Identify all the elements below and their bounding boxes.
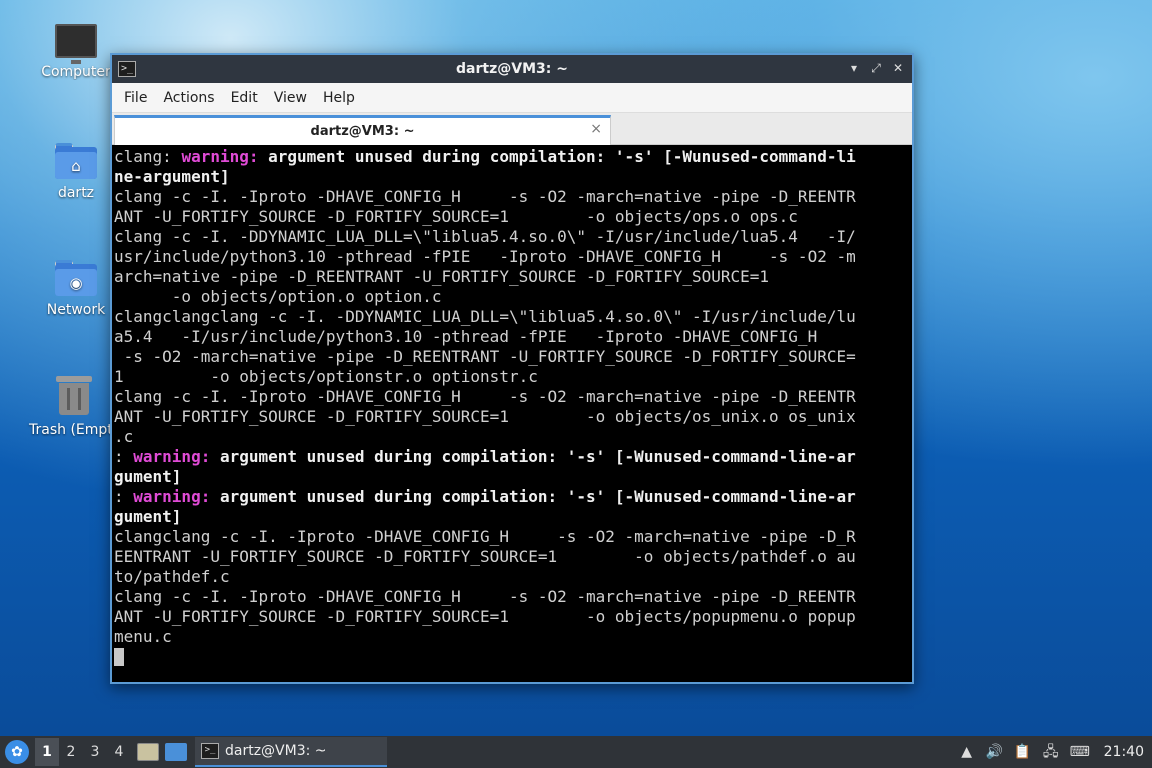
menubar: File Actions Edit View Help: [112, 83, 912, 113]
terminal-line: ANT -U_FORTIFY_SOURCE -D_FORTIFY_SOURCE=…: [114, 407, 910, 427]
desktop-icon-label: Trash (Empty): [29, 422, 120, 438]
taskbar-task-terminal[interactable]: >_ dartz@VM3: ~: [195, 737, 387, 767]
terminal-text: ANT -U_FORTIFY_SOURCE -D_FORTIFY_SOURCE=…: [114, 607, 856, 626]
volume-icon[interactable]: 🔊: [986, 743, 1004, 761]
terminal-line: : warning: argument unused during compil…: [114, 487, 910, 507]
terminal-line: clangclang -c -I. -Iproto -DHAVE_CONFIG_…: [114, 527, 910, 547]
computer-icon: [55, 24, 97, 64]
terminal-text: EENTRANT -U_FORTIFY_SOURCE -D_FORTIFY_SO…: [114, 547, 856, 566]
maximize-icon[interactable]: ⤢: [868, 60, 884, 76]
terminal-text: arch=native -pipe -D_REENTRANT -U_FORTIF…: [114, 267, 770, 286]
file-manager-icon[interactable]: [137, 743, 159, 761]
terminal-line: arch=native -pipe -D_REENTRANT -U_FORTIF…: [114, 267, 910, 287]
terminal-text: argument unused during compilation: '-s'…: [219, 447, 856, 466]
terminal-text: a5.4 -I/usr/include/python3.10 -pthread …: [114, 327, 818, 346]
terminal-line: clang -c -I. -Iproto -DHAVE_CONFIG_H -s …: [114, 587, 910, 607]
terminal-line: clang -c -I. -Iproto -DHAVE_CONFIG_H -s …: [114, 387, 910, 407]
warning-label: warning:: [133, 447, 220, 466]
workspace-4[interactable]: 4: [107, 744, 131, 760]
terminal-task-icon: >_: [201, 743, 219, 759]
terminal-text: gument]: [114, 507, 182, 526]
clock[interactable]: 21:40: [1104, 744, 1144, 760]
window-title: dartz@VM3: ~: [456, 61, 568, 77]
terminal-line: clangclangclang -c -I. -DDYNAMIC_LUA_DLL…: [114, 307, 910, 327]
taskbar: ✿ 1 2 3 4 >_ dartz@VM3: ~ ▲ 🔊 📋 🖧 ⌨ 21:4…: [0, 736, 1152, 768]
clipboard-icon[interactable]: 📋: [1014, 743, 1032, 761]
terminal-line: .c: [114, 427, 910, 447]
terminal-text: -o objects/option.o option.c: [114, 287, 442, 306]
terminal-line: -s -O2 -march=native -pipe -D_REENTRANT …: [114, 347, 910, 367]
warning-label: warning:: [133, 487, 220, 506]
terminal-line: usr/include/python3.10 -pthread -fPIE -I…: [114, 247, 910, 267]
terminal-text: 1 -o objects/optionstr.o optionstr.c: [114, 367, 538, 386]
terminal-output[interactable]: clang: warning: argument unused during c…: [114, 147, 910, 680]
terminal-text: clang -c -I. -Iproto -DHAVE_CONFIG_H -s …: [114, 187, 856, 206]
terminal-text: ne-argument]: [114, 167, 230, 186]
desktop-icon-trash[interactable]: Trash (Empty): [18, 374, 120, 438]
terminal-text: .c: [114, 427, 134, 446]
workspace-2[interactable]: 2: [59, 744, 83, 760]
terminal-text: clang -c -I. -Iproto -DHAVE_CONFIG_H -s …: [114, 587, 856, 606]
menu-help[interactable]: Help: [315, 90, 363, 106]
app-menu-icon[interactable]: ✿: [5, 740, 29, 764]
task-label: dartz@VM3: ~: [225, 743, 327, 759]
terminal-text: argument unused during compilation: '-s'…: [219, 487, 856, 506]
terminal-window[interactable]: >_ dartz@VM3: ~ ▾ ⤢ ✕ File Actions Edit …: [110, 53, 914, 684]
warning-label: warning:: [181, 147, 269, 166]
prompt-line[interactable]: [114, 647, 910, 667]
terminal-text: menu.c: [114, 627, 172, 646]
terminal-text: clang -c -I. -Iproto -DHAVE_CONFIG_H -s …: [114, 387, 856, 406]
terminal-line: to/pathdef.c: [114, 567, 910, 587]
tray-up-arrow-icon[interactable]: ▲: [958, 743, 976, 761]
terminal-text: gument]: [114, 467, 182, 486]
menu-view[interactable]: View: [266, 90, 315, 106]
menu-edit[interactable]: Edit: [223, 90, 266, 106]
system-tray: ▲ 🔊 📋 🖧 ⌨ 21:40: [958, 743, 1152, 761]
terminal-text: ANT -U_FORTIFY_SOURCE -D_FORTIFY_SOURCE=…: [114, 207, 798, 226]
terminal-text: clangclangclang -c -I. -DDYNAMIC_LUA_DLL…: [114, 307, 856, 326]
tab-close-icon[interactable]: ×: [590, 121, 602, 137]
tab-label: dartz@VM3: ~: [310, 124, 415, 139]
terminal-line: -o objects/option.o option.c: [114, 287, 910, 307]
trash-icon: [56, 374, 92, 416]
network-folder-icon: ◉: [55, 260, 97, 296]
keyboard-icon[interactable]: ⌨: [1070, 743, 1090, 761]
workspace-1[interactable]: 1: [35, 738, 59, 766]
terminal-text: -s -O2 -march=native -pipe -D_REENTRANT …: [114, 347, 856, 366]
terminal-line: a5.4 -I/usr/include/python3.10 -pthread …: [114, 327, 910, 347]
tab-bar: dartz@VM3: ~ ×: [112, 113, 912, 145]
terminal-line: clang: warning: argument unused during c…: [114, 147, 910, 167]
text-cursor: [114, 648, 124, 666]
window-titlebar[interactable]: >_ dartz@VM3: ~ ▾ ⤢ ✕: [112, 55, 912, 83]
home-folder-icon: ⌂: [55, 143, 97, 179]
terminal-text: argument unused during compilation: '-s'…: [268, 147, 856, 166]
terminal-line: ANT -U_FORTIFY_SOURCE -D_FORTIFY_SOURCE=…: [114, 607, 910, 627]
show-desktop-icon[interactable]: [165, 743, 187, 761]
terminal-line: 1 -o objects/optionstr.o optionstr.c: [114, 367, 910, 387]
terminal-line: ANT -U_FORTIFY_SOURCE -D_FORTIFY_SOURCE=…: [114, 207, 910, 227]
terminal-text: :: [114, 447, 134, 466]
terminal-line: : warning: argument unused during compil…: [114, 447, 910, 467]
terminal-line: clang -c -I. -DDYNAMIC_LUA_DLL=\"liblua5…: [114, 227, 910, 247]
tab-terminal[interactable]: dartz@VM3: ~ ×: [114, 115, 611, 145]
workspace-3[interactable]: 3: [83, 744, 107, 760]
minimize-icon[interactable]: ▾: [846, 60, 862, 76]
menu-file[interactable]: File: [116, 90, 155, 106]
terminal-line: gument]: [114, 507, 910, 527]
terminal-text: to/pathdef.c: [114, 567, 230, 586]
terminal-line: menu.c: [114, 627, 910, 647]
terminal-text: clangclang -c -I. -Iproto -DHAVE_CONFIG_…: [114, 527, 856, 546]
terminal-text: usr/include/python3.10 -pthread -fPIE -I…: [114, 247, 856, 266]
terminal-line: gument]: [114, 467, 910, 487]
terminal-text: clang -c -I. -DDYNAMIC_LUA_DLL=\"liblua5…: [114, 227, 856, 246]
terminal-line: ne-argument]: [114, 167, 910, 187]
network-icon[interactable]: 🖧: [1042, 743, 1060, 761]
terminal-text: clang:: [114, 147, 182, 166]
terminal-line: clang -c -I. -Iproto -DHAVE_CONFIG_H -s …: [114, 187, 910, 207]
menu-actions[interactable]: Actions: [155, 90, 222, 106]
close-icon[interactable]: ✕: [890, 60, 906, 76]
terminal-text: ANT -U_FORTIFY_SOURCE -D_FORTIFY_SOURCE=…: [114, 407, 856, 426]
terminal-line: EENTRANT -U_FORTIFY_SOURCE -D_FORTIFY_SO…: [114, 547, 910, 567]
terminal-text: :: [114, 487, 134, 506]
